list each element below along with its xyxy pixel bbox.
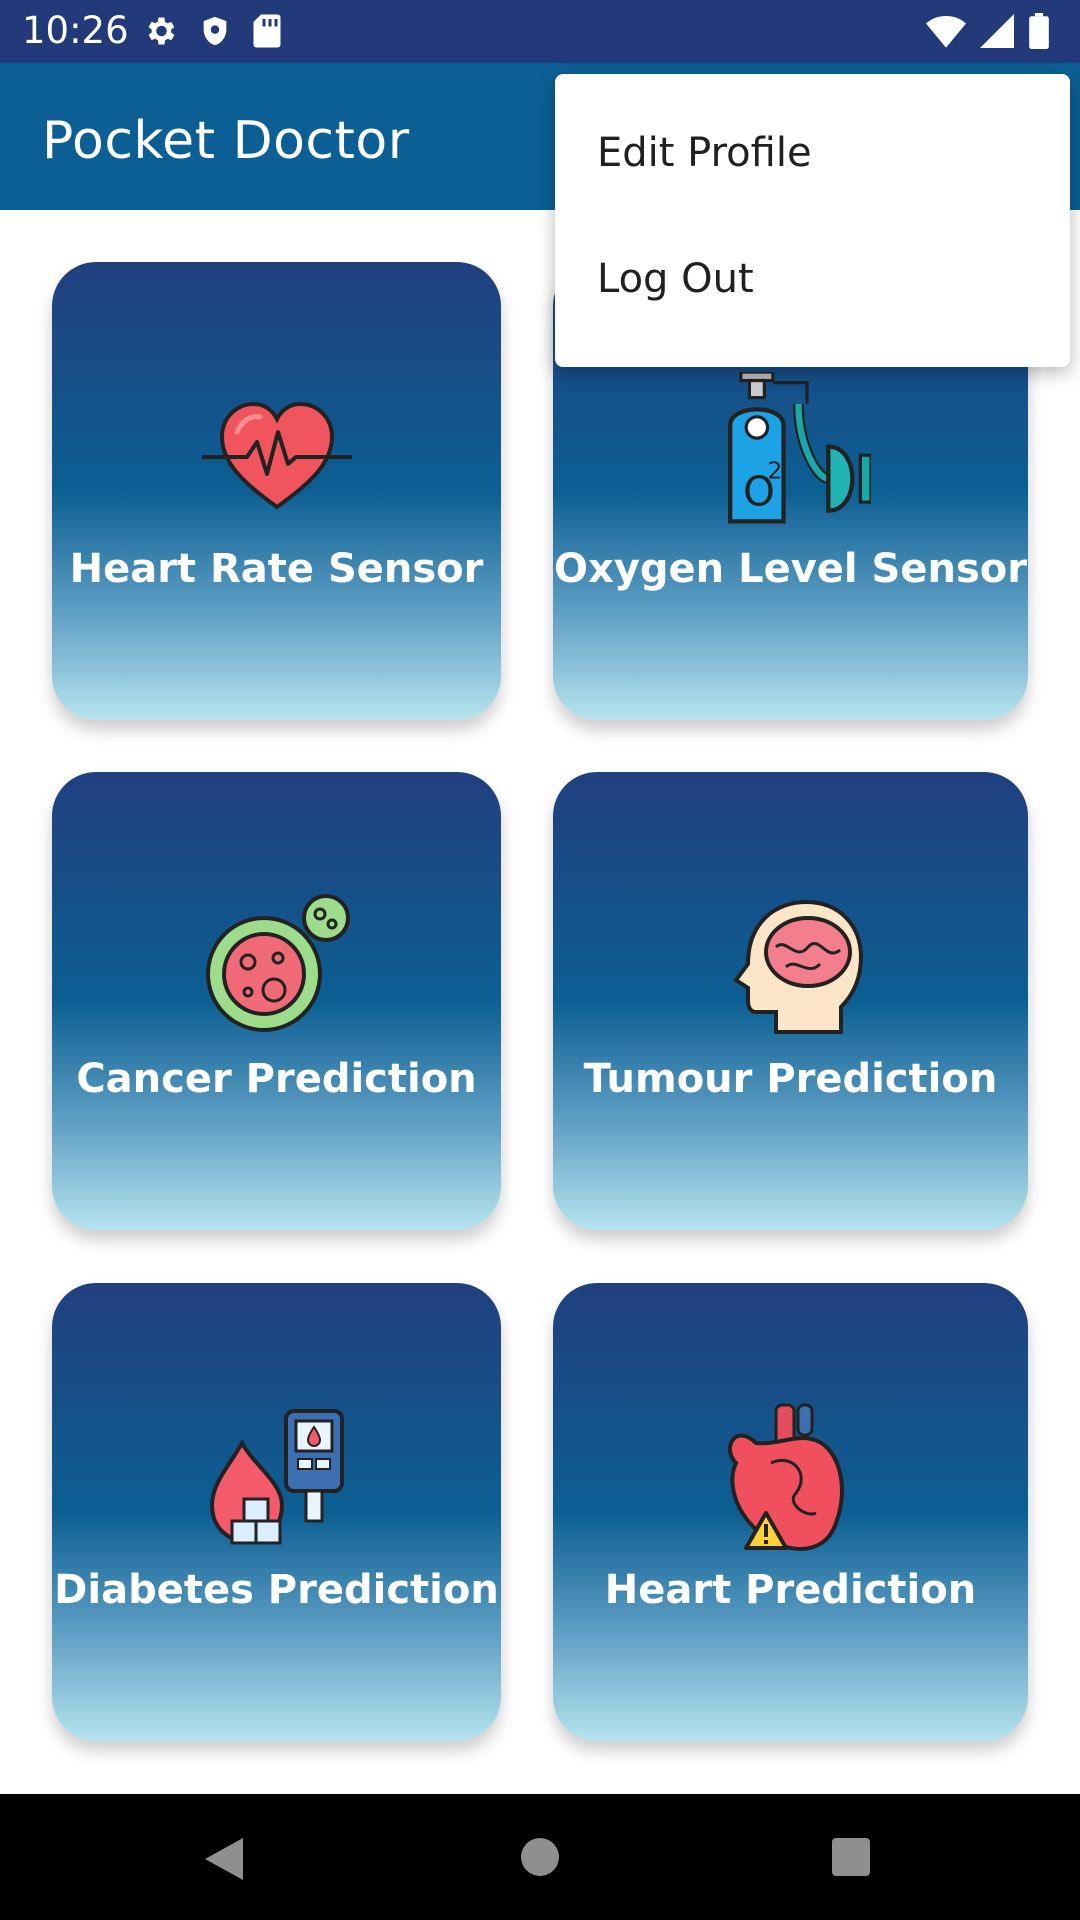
signal-icon [980, 14, 1014, 48]
status-icons-left [142, 13, 282, 49]
card-heart-rate-sensor[interactable]: Heart Rate Sensor [52, 262, 501, 720]
back-icon[interactable] [203, 1836, 245, 1882]
sd-card-icon [253, 14, 281, 48]
cancer-cell-icon [205, 894, 350, 1032]
card-label: Heart Rate Sensor [69, 546, 484, 592]
card-label: Tumour Prediction [583, 1056, 998, 1102]
navigation-bar [0, 1794, 1080, 1920]
card-heart-prediction[interactable]: Heart Prediction [553, 1283, 1028, 1741]
card-label: Diabetes Prediction [54, 1567, 499, 1613]
card-diabetes-prediction[interactable]: Diabetes Prediction [52, 1283, 501, 1741]
card-label: Heart Prediction [604, 1567, 977, 1613]
wifi-icon [926, 16, 966, 48]
status-icons-right [926, 13, 1050, 49]
app-title: Pocket Doctor [42, 111, 410, 171]
dashboard-grid: Heart Rate Sensor O 2 Oxygen Level Senso… [26, 210, 1054, 1770]
status-bar: 10:26 [0, 0, 1080, 63]
recents-icon[interactable] [831, 1837, 871, 1877]
heart-rate-icon [201, 401, 352, 510]
battery-icon [1029, 13, 1049, 49]
brain-head-icon [732, 899, 863, 1034]
card-cancer-prediction[interactable]: Cancer Prediction [52, 772, 501, 1230]
card-label: Oxygen Level Sensor [554, 546, 1027, 592]
heart-warning-icon [727, 1403, 844, 1551]
card-label: Cancer Prediction [76, 1056, 477, 1102]
svg-text:2: 2 [767, 457, 782, 485]
gear-icon [148, 17, 175, 45]
card-tumour-prediction[interactable]: Tumour Prediction [553, 772, 1028, 1230]
glucose-meter-icon [209, 1409, 344, 1545]
shield-icon [203, 16, 227, 46]
status-time: 10:26 [22, 9, 129, 52]
overflow-menu: Edit Profile Log Out [555, 74, 1070, 367]
menu-item-edit-profile[interactable]: Edit Profile [555, 90, 1070, 216]
menu-item-log-out[interactable]: Log Out [555, 216, 1070, 342]
home-icon[interactable] [519, 1836, 561, 1878]
oxygen-tank-icon: O 2 [727, 372, 871, 524]
